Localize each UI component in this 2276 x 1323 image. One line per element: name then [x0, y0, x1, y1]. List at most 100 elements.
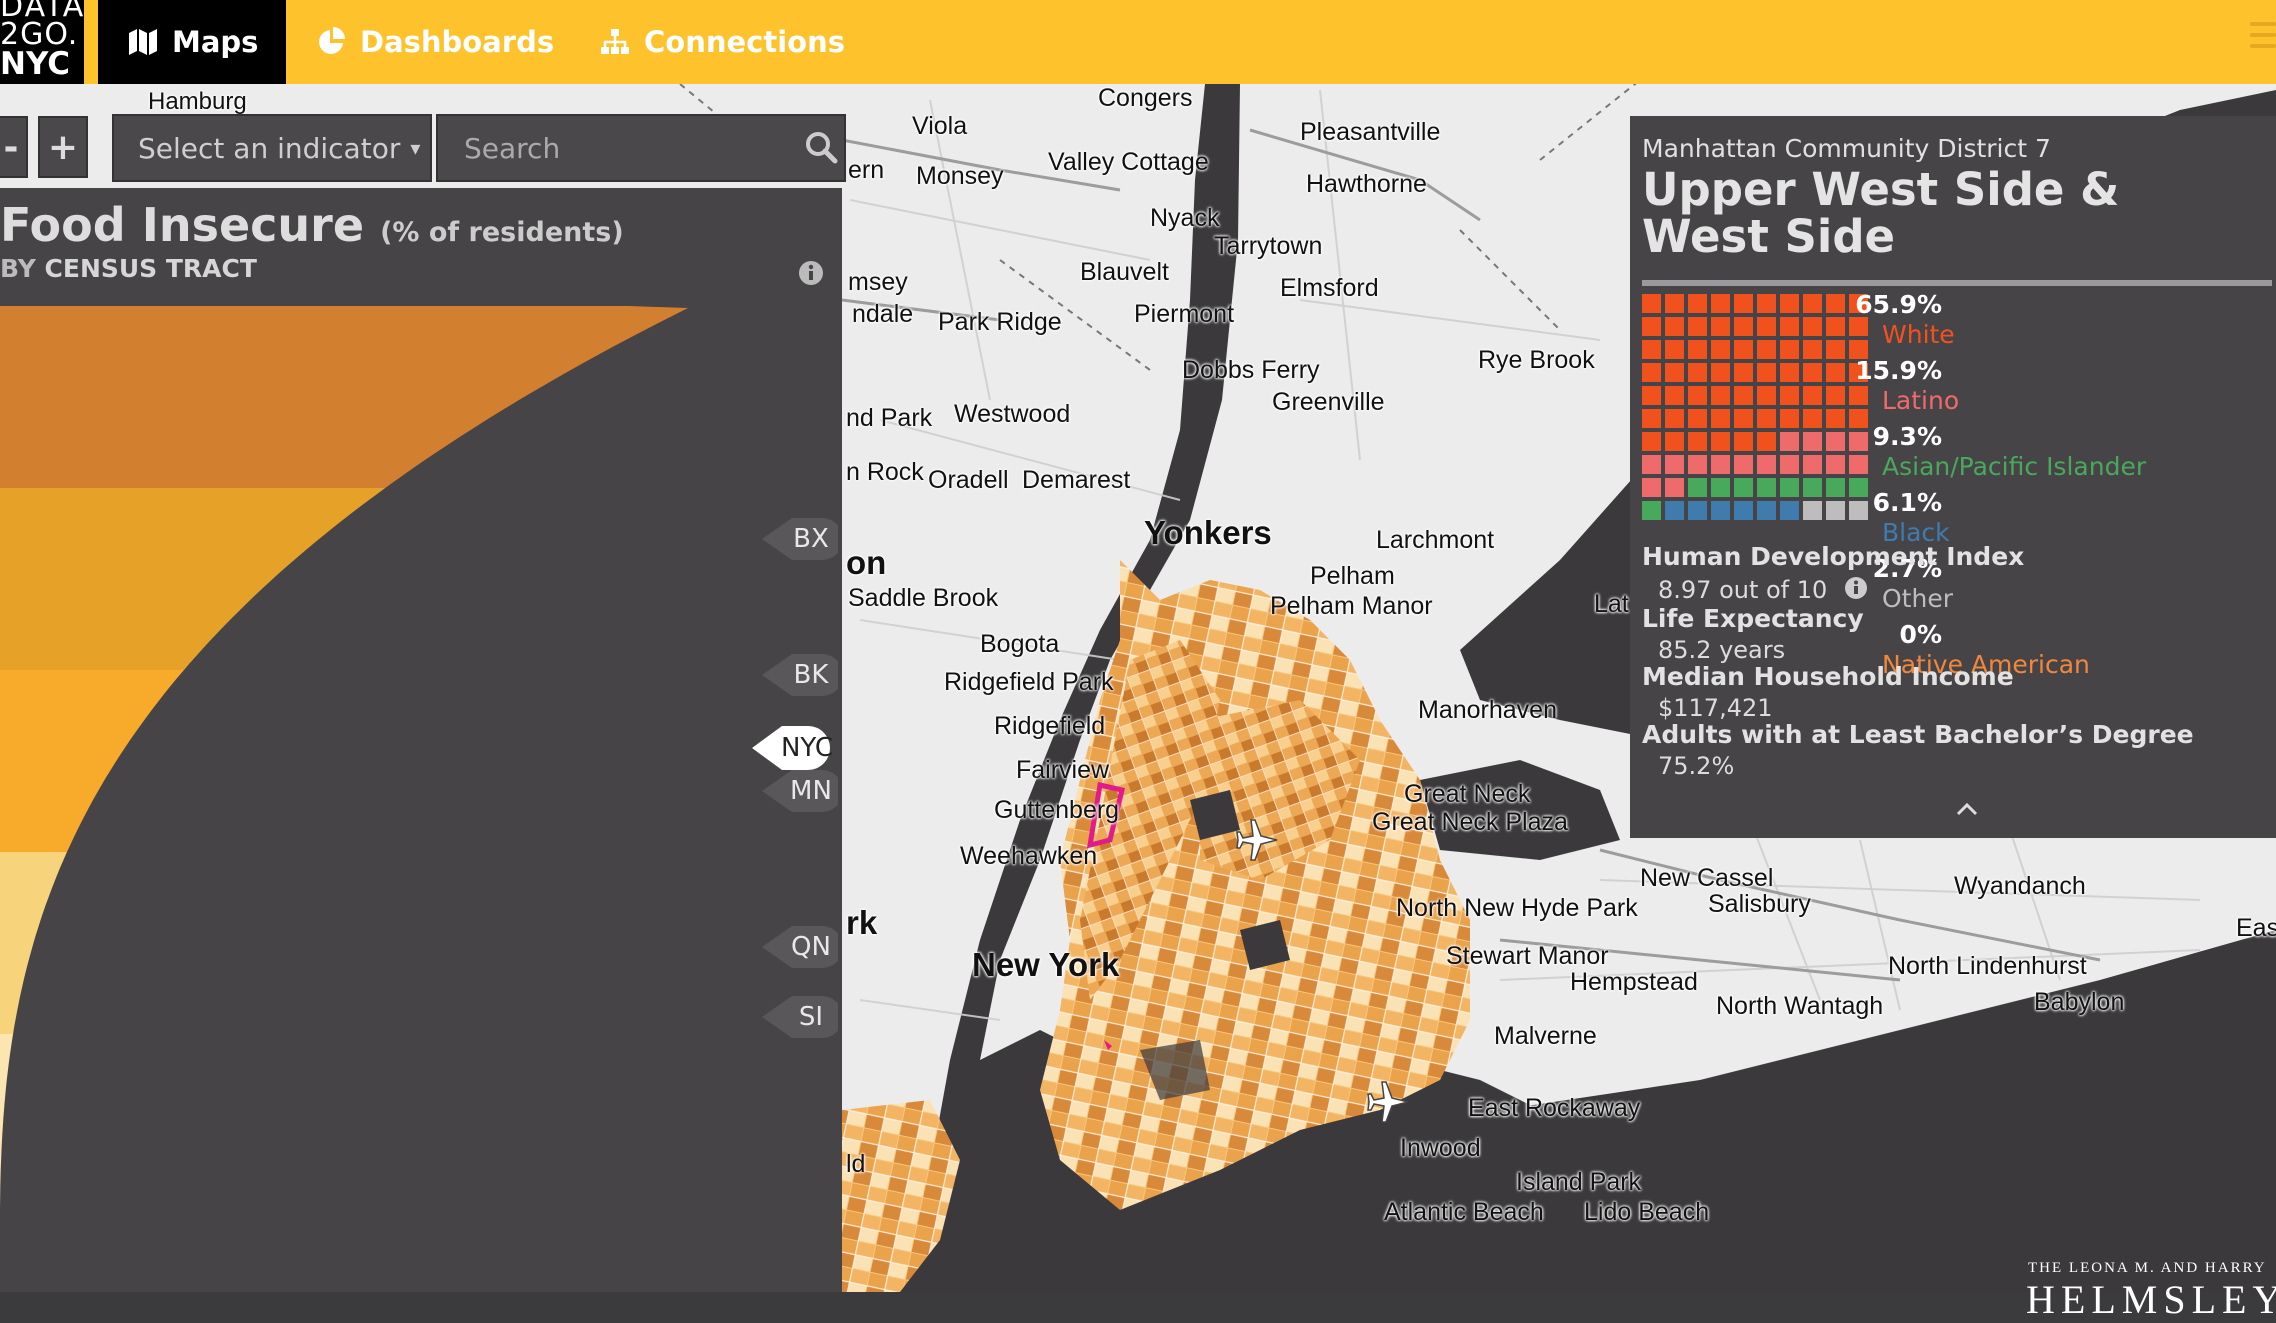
- map-label: Blauvelt: [1080, 258, 1169, 286]
- search-icon[interactable]: [804, 130, 838, 164]
- waffle-cell: [1688, 340, 1707, 359]
- waffle-cell: [1711, 386, 1730, 405]
- search-box: [436, 114, 846, 182]
- waffle-cell: [1849, 409, 1868, 428]
- map-label: Lat: [1594, 590, 1629, 618]
- map-label: Saddle Brook: [848, 584, 999, 612]
- logo-line-3: NYC: [0, 46, 71, 82]
- waffle-cell: [1711, 501, 1730, 520]
- waffle-cell: [1642, 478, 1661, 497]
- waffle-cell: [1826, 432, 1845, 451]
- map-label: Westwood: [954, 400, 1071, 428]
- demographic-pct: 9.3%: [1872, 422, 1942, 451]
- map-label: Hamburg: [148, 88, 247, 115]
- tab-maps[interactable]: Maps: [98, 0, 286, 84]
- waffle-cell: [1757, 455, 1776, 474]
- waffle-cell: [1826, 294, 1845, 313]
- waffle-cell: [1826, 409, 1845, 428]
- top-nav-bar: DATA 2GO. NYC Maps Dashboards Connection…: [0, 0, 2276, 84]
- map-label: North Wantagh: [1716, 992, 1884, 1020]
- map-label: Stewart Manor: [1446, 942, 1609, 970]
- map-label: Rye Brook: [1478, 346, 1595, 374]
- info-icon[interactable]: [798, 260, 824, 286]
- waffle-cell: [1803, 409, 1822, 428]
- borough-marker-bk[interactable]: BK: [762, 650, 838, 700]
- borough-marker-qn[interactable]: QN: [762, 922, 838, 972]
- map-label: Nyack: [1150, 204, 1220, 232]
- waffle-cell: [1688, 455, 1707, 474]
- waffle-cell: [1642, 386, 1661, 405]
- waffle-cell: [1665, 340, 1684, 359]
- borough-marker-si[interactable]: SI: [762, 992, 838, 1042]
- waffle-cell: [1665, 386, 1684, 405]
- borough-marker-bx[interactable]: BX: [762, 514, 838, 564]
- map-label: Elmsford: [1280, 274, 1379, 302]
- demographic-pct: 0%: [1899, 620, 1942, 649]
- indicator-select-label: Select an indicator: [138, 131, 401, 165]
- map-label: Demarest: [1022, 466, 1131, 494]
- waffle-cell: [1711, 317, 1730, 336]
- map-label: Island Park: [1516, 1168, 1642, 1196]
- map-label: New York: [972, 946, 1120, 983]
- map-label: Fairview: [1016, 756, 1110, 784]
- stat-label-income: Median Household Income: [1642, 662, 2014, 691]
- divider: [1642, 280, 2272, 286]
- waffle-cell: [1642, 501, 1661, 520]
- demographic-pct: 6.1%: [1872, 488, 1942, 517]
- stat-label-bachelors: Adults with at Least Bachelor’s Degree: [1642, 720, 2194, 749]
- waffle-cell: [1803, 432, 1822, 451]
- indicator-subtitle: BY CENSUS TRACT: [0, 254, 257, 283]
- indicator-unit: (% of residents): [380, 217, 624, 248]
- waffle-cell: [1803, 294, 1822, 313]
- map-label: n Rock: [846, 458, 924, 486]
- map-label: Pleasantville: [1300, 118, 1441, 146]
- zoom-in-button[interactable]: +: [38, 116, 88, 178]
- waffle-cell: [1665, 409, 1684, 428]
- stat-value-bachelors: 75.2%: [1658, 752, 1735, 780]
- waffle-cell: [1757, 432, 1776, 451]
- waffle-cell: [1642, 363, 1661, 382]
- waffle-cell: [1757, 294, 1776, 313]
- borough-label: MN: [790, 776, 832, 806]
- waffle-cell: [1780, 478, 1799, 497]
- caret-down-icon: ▾: [410, 136, 421, 160]
- waffle-cell: [1734, 386, 1753, 405]
- map-label: Salisbury: [1708, 890, 1811, 918]
- waffle-cell: [1688, 409, 1707, 428]
- map-label: North Lindenhurst: [1888, 952, 2087, 980]
- indicator-panel: Food Insecure (% of residents) BY CENSUS…: [0, 188, 842, 1292]
- map-label: Ridgefield: [994, 712, 1106, 740]
- info-icon[interactable]: [1844, 576, 1868, 600]
- waffle-cell: [1642, 340, 1661, 359]
- waffle-cell: [1826, 317, 1845, 336]
- map-label: Congers: [1098, 84, 1193, 112]
- map-label: Bogota: [980, 630, 1060, 658]
- waffle-cell: [1734, 478, 1753, 497]
- hamburger-icon[interactable]: [2250, 22, 2276, 55]
- waffle-cell: [1711, 455, 1730, 474]
- map-label: Eas: [2236, 914, 2276, 942]
- tab-dashboards[interactable]: Dashboards: [316, 0, 554, 84]
- sitemap-icon: [601, 29, 629, 54]
- waffle-cell: [1642, 409, 1661, 428]
- district-info-panel: Manhattan Community District 7 Upper Wes…: [1630, 116, 2276, 838]
- indicator-select[interactable]: Select an indicator ▾: [112, 114, 432, 182]
- tab-label: Dashboards: [360, 25, 555, 59]
- borough-marker-mn[interactable]: MN: [762, 766, 838, 816]
- zoom-out-button[interactable]: -: [0, 116, 28, 178]
- borough-label: QN: [791, 932, 831, 962]
- chevron-up-icon[interactable]: [1956, 802, 1978, 816]
- map-label: Pelham Manor: [1270, 592, 1433, 620]
- waffle-cell: [1780, 432, 1799, 451]
- waffle-cell: [1665, 432, 1684, 451]
- search-input[interactable]: [462, 130, 796, 166]
- waffle-cell: [1734, 317, 1753, 336]
- map-label: Guttenberg: [994, 796, 1120, 824]
- tab-connections[interactable]: Connections: [600, 0, 845, 84]
- data2go-logo[interactable]: DATA 2GO. NYC: [0, 0, 84, 84]
- demographic-label: White: [1882, 320, 1955, 349]
- waffle-cell: [1803, 363, 1822, 382]
- waffle-cell: [1757, 501, 1776, 520]
- waffle-cell: [1757, 409, 1776, 428]
- footer-brand-logo: HELMSLEY: [2026, 1277, 2276, 1322]
